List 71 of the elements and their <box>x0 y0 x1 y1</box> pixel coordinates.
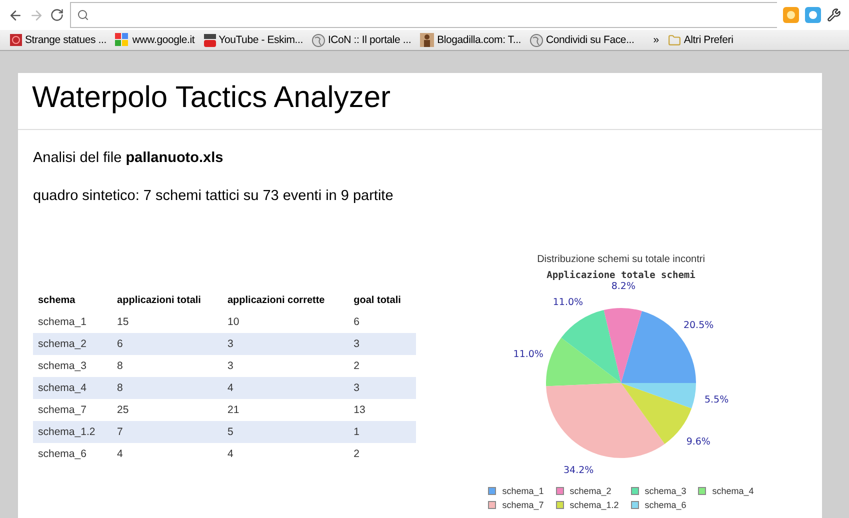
globe-icon <box>530 34 544 46</box>
google-icon <box>115 33 130 47</box>
table-cell: 6 <box>348 311 416 333</box>
percent-label: 9.6% <box>686 436 710 448</box>
bookmark-link[interactable]: YouTube - Eskim... <box>204 34 303 46</box>
table-cell: 21 <box>222 399 349 421</box>
bookmark-link[interactable]: Blogadilla.com: T... <box>420 33 522 47</box>
column-header: applicazioni corrette <box>226 294 326 308</box>
table-cell: 1 <box>348 421 416 443</box>
bookmark-link[interactable]: www.google.it <box>115 33 195 47</box>
table-cell: 13 <box>348 399 416 421</box>
table-cell: 4 <box>222 443 349 465</box>
search-icon <box>77 9 89 21</box>
table-cell: 15 <box>112 311 222 333</box>
figure-icon <box>420 33 434 47</box>
table-cell: schema_1.2 <box>33 421 112 443</box>
forward-icon[interactable] <box>29 8 44 22</box>
table-cell: 10 <box>222 311 349 333</box>
bookmark-link[interactable]: ICoN :: Il portale ... <box>312 34 412 46</box>
settings-icon[interactable] <box>827 8 841 22</box>
column-header: schema <box>37 294 76 308</box>
table-cell: schema_6 <box>33 443 112 465</box>
table-cell: 4 <box>222 377 349 399</box>
table-cell: 8 <box>112 355 222 377</box>
percent-label: 34.2% <box>564 465 594 476</box>
percent-label: 5.5% <box>704 394 729 406</box>
percent-label: 11.0% <box>513 349 544 360</box>
legend-label: schema_7 <box>502 500 544 510</box>
file-heading: Analisi del file pallanuoto.xls <box>33 150 224 166</box>
legend-label: schema_4 <box>712 486 754 496</box>
more-bookmarks-button[interactable]: » <box>653 34 659 46</box>
globe-icon <box>312 34 325 46</box>
table-cell: 3 <box>222 355 349 377</box>
column-header: applicazioni totali <box>116 294 202 308</box>
summary-heading: quadro sintetico: 7 schemi tattici su 73 eventi in 9 partite <box>33 188 394 204</box>
folder-icon <box>668 34 681 46</box>
table-cell: 5 <box>222 421 349 443</box>
percent-label: 8.2% <box>611 281 636 292</box>
legend-label: schema_3 <box>644 486 686 496</box>
legend-label: schema_1 <box>502 486 544 496</box>
table-cell: 2 <box>348 443 416 465</box>
chart-caption: Distribuzione schemi su totale incontri <box>537 254 705 265</box>
table-cell: 6 <box>112 333 222 355</box>
back-icon[interactable] <box>8 8 23 22</box>
address-bar[interactable] <box>70 2 777 28</box>
bookmark-link[interactable]: Strange statues ... <box>10 34 106 46</box>
chart-title: Applicazione totale schemi <box>546 270 696 281</box>
percent-label: 11.0% <box>552 296 584 308</box>
table-cell: 25 <box>112 399 222 421</box>
youtube-icon <box>204 34 216 46</box>
table-cell: 3 <box>348 333 416 355</box>
table-cell: 8 <box>112 377 222 399</box>
table-cell: 3 <box>348 377 416 399</box>
table-cell: 7 <box>112 421 222 443</box>
other-bookmarks-folder[interactable]: Altri Preferi <box>668 34 734 46</box>
table-cell: schema_2 <box>33 333 112 355</box>
legend-label: schema_6 <box>644 500 686 510</box>
page-title: Waterpolo Tactics Analyzer <box>18 73 390 130</box>
table-cell: 3 <box>222 333 349 355</box>
percent-label: 20.5% <box>683 320 714 331</box>
table-cell: schema_3 <box>33 355 112 377</box>
column-header: goal totali <box>352 294 402 308</box>
reload-icon[interactable] <box>50 8 64 22</box>
legend-label: schema_2 <box>570 486 612 496</box>
table-cell: 4 <box>112 443 222 465</box>
legend-label: schema_1.2 <box>570 500 619 510</box>
table-cell: 2 <box>348 355 416 377</box>
table-cell: schema_7 <box>33 399 112 421</box>
bookmark-link[interactable]: Condividi su Face... <box>530 34 634 46</box>
table-cell: schema_1 <box>33 311 112 333</box>
table-cell: schema_4 <box>33 377 112 399</box>
